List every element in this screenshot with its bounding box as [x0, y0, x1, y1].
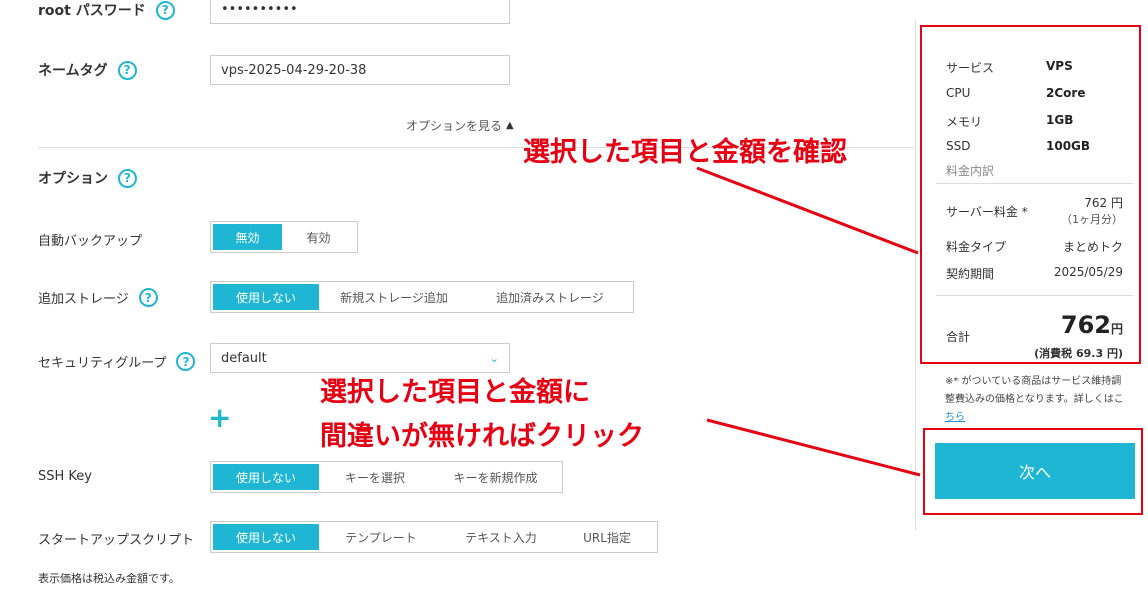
annotation-click-line2: 間違いが無ければクリック: [320, 421, 644, 452]
annotation-arrow-click: [706, 418, 921, 477]
annotation-confirm: 選択した項目と金額を確認: [523, 137, 847, 168]
annotation-arrow-confirm: [696, 166, 919, 255]
annotation-arrows: [696, 166, 921, 477]
annotation-click-line1: 選択した項目と金額に: [320, 377, 590, 408]
